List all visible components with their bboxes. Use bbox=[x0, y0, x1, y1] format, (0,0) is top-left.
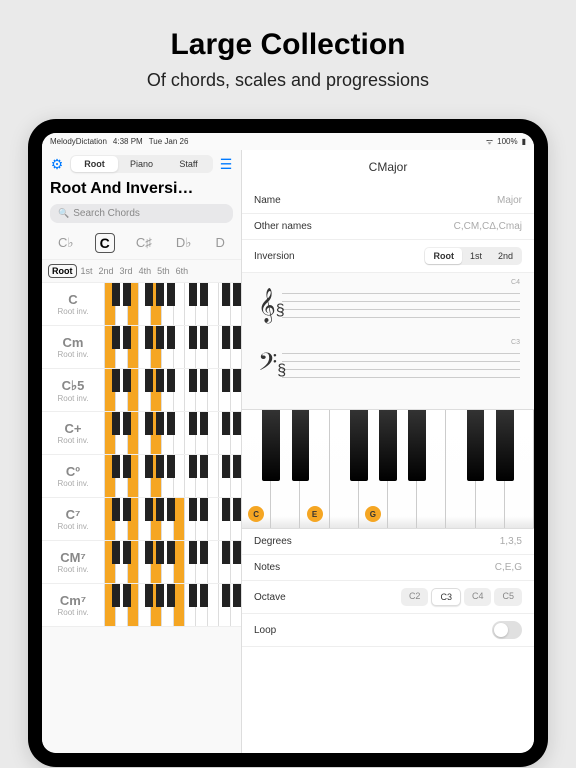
piano-black-key[interactable] bbox=[379, 410, 397, 481]
tab-piano[interactable]: Piano bbox=[118, 156, 165, 172]
chord-list[interactable]: CRoot inv.CmRoot inv.C♭5Root inv.C+Root … bbox=[42, 283, 241, 753]
inv-root[interactable]: Root bbox=[48, 264, 77, 278]
chord-item[interactable]: C+Root inv. bbox=[42, 412, 241, 455]
status-app: MelodyDictation bbox=[50, 137, 107, 146]
settings-icon[interactable]: ⚙ bbox=[48, 155, 66, 173]
inversion-picker[interactable]: Root 1st 2nd 3rd 4th 5th 6th bbox=[42, 260, 241, 283]
octave-picker[interactable]: C2 C3 C4 C5 bbox=[401, 588, 522, 606]
field-name: Name Major bbox=[242, 188, 534, 214]
chord-item[interactable]: CRoot inv. bbox=[42, 283, 241, 326]
tab-staff[interactable]: Staff bbox=[165, 156, 212, 172]
inv-4[interactable]: 4th bbox=[137, 264, 154, 278]
field-notes: Notes C,E,G bbox=[242, 555, 534, 581]
wifi-icon: ᯤ bbox=[486, 136, 493, 147]
field-other-names: Other names C,CM,CΔ,Cmaj bbox=[242, 214, 534, 240]
root-db[interactable]: D♭ bbox=[173, 233, 195, 253]
chord-item[interactable]: C♭5Root inv. bbox=[42, 369, 241, 412]
field-degrees: Degrees 1,3,5 bbox=[242, 529, 534, 555]
piano-black-key[interactable] bbox=[408, 410, 426, 481]
status-bar: MelodyDictation 4:38 PM Tue Jan 26 ᯤ 100… bbox=[42, 133, 534, 150]
filter-icon[interactable]: ☰ bbox=[217, 155, 235, 173]
tab-root[interactable]: Root bbox=[71, 156, 118, 172]
inv-6[interactable]: 6th bbox=[174, 264, 191, 278]
piano-black-key[interactable] bbox=[292, 410, 310, 481]
chord-item[interactable]: CM⁷Root inv. bbox=[42, 541, 241, 584]
hero-banner: Large Collection Of chords, scales and p… bbox=[0, 0, 576, 109]
hero-title: Large Collection bbox=[0, 28, 576, 62]
bass-clef-icon: 𝄢§ bbox=[258, 349, 286, 383]
battery-pct: 100% bbox=[497, 137, 517, 146]
inv-3[interactable]: 3rd bbox=[118, 264, 135, 278]
root-d[interactable]: D bbox=[213, 233, 228, 253]
chord-item[interactable]: CmRoot inv. bbox=[42, 326, 241, 369]
loop-toggle[interactable] bbox=[492, 621, 522, 639]
piano-black-key[interactable] bbox=[350, 410, 368, 481]
sidebar-title: Root And Inversi… bbox=[42, 178, 241, 200]
battery-icon: ▮ bbox=[522, 137, 526, 146]
sidebar: ⚙ Root Piano Staff ☰ Root And Inversi… S… bbox=[42, 150, 242, 753]
inversion-segmented[interactable]: Root 1st 2nd bbox=[424, 247, 522, 265]
inv-1[interactable]: 1st bbox=[79, 264, 95, 278]
status-time: 4:38 PM bbox=[113, 137, 143, 146]
root-cs[interactable]: C♯ bbox=[133, 233, 155, 253]
root-cb[interactable]: C♭ bbox=[55, 233, 77, 253]
status-date: Tue Jan 26 bbox=[149, 137, 189, 146]
chord-item[interactable]: CºRoot inv. bbox=[42, 455, 241, 498]
detail-title: CMajor bbox=[242, 150, 534, 188]
view-segmented[interactable]: Root Piano Staff bbox=[70, 155, 213, 173]
field-inversion: Inversion Root 1st 2nd bbox=[242, 240, 534, 273]
piano-black-key[interactable] bbox=[496, 410, 514, 481]
chord-item[interactable]: C⁷Root inv. bbox=[42, 498, 241, 541]
piano-black-key[interactable] bbox=[262, 410, 280, 481]
piano-black-key[interactable] bbox=[467, 410, 485, 481]
piano-keyboard[interactable]: CEG bbox=[242, 409, 534, 529]
staff-notation: C4 𝄞§ C3 𝄢§ bbox=[242, 273, 534, 409]
inv-5[interactable]: 5th bbox=[155, 264, 172, 278]
treble-clef-icon: 𝄞§ bbox=[258, 289, 285, 323]
screen: MelodyDictation 4:38 PM Tue Jan 26 ᯤ 100… bbox=[42, 133, 534, 753]
chord-item[interactable]: Cm⁷Root inv. bbox=[42, 584, 241, 627]
hero-subtitle: Of chords, scales and progressions bbox=[0, 70, 576, 91]
root-picker[interactable]: C♭ C C♯ D♭ D bbox=[42, 227, 241, 260]
root-c[interactable]: C bbox=[95, 233, 115, 253]
field-octave: Octave C2 C3 C4 C5 bbox=[242, 581, 534, 614]
search-input[interactable]: Search Chords bbox=[50, 204, 233, 223]
inv-2[interactable]: 2nd bbox=[97, 264, 116, 278]
detail-panel: CMajor Name Major Other names C,CM,CΔ,Cm… bbox=[242, 150, 534, 753]
ipad-frame: MelodyDictation 4:38 PM Tue Jan 26 ᯤ 100… bbox=[28, 119, 548, 767]
field-loop: Loop bbox=[242, 614, 534, 647]
